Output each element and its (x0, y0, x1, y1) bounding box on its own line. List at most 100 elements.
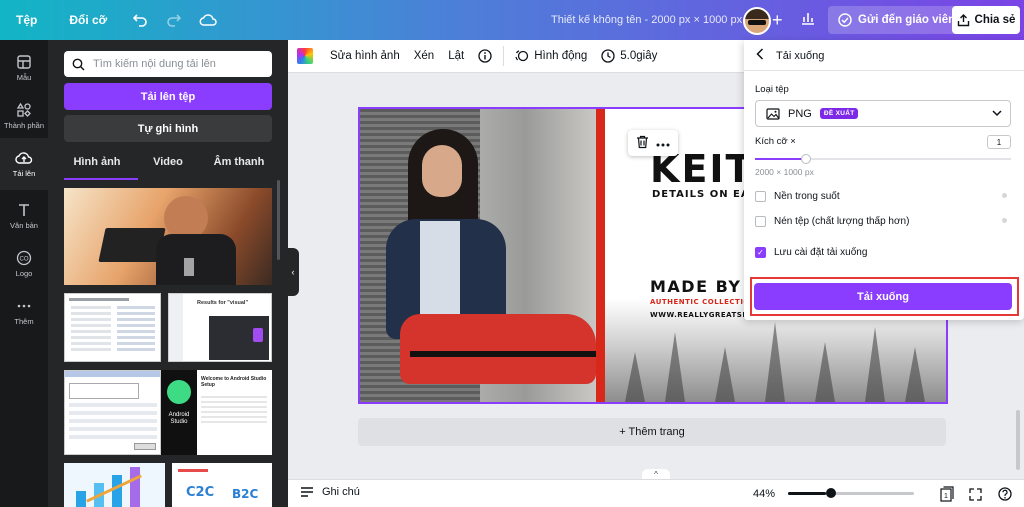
file-type-label: Loại tệp (755, 84, 789, 95)
size-slider[interactable] (755, 154, 1011, 164)
download-panel-header: Tải xuống (756, 48, 824, 63)
clock-icon (601, 49, 615, 63)
animate-icon (515, 50, 529, 62)
thumbnail-c2c-b2c[interactable]: C2C B2C (172, 463, 272, 507)
file-type-select[interactable]: PNG ĐỀ XUẤT (755, 100, 1011, 127)
thumbnail-screenshot-3[interactable] (64, 370, 161, 455)
thumbnail-android-studio[interactable]: Android Studio Welcome to Android Studio… (161, 370, 272, 455)
insights-chart-icon[interactable] (800, 10, 816, 29)
rail-item-label: Tải lên (12, 169, 36, 178)
duration-button[interactable]: 5.0giây (594, 49, 664, 63)
search-input[interactable] (93, 58, 263, 70)
save-settings-checkbox[interactable]: ✓ (755, 246, 766, 258)
bottom-bar: Ghi chú 44% 1 (288, 479, 1024, 507)
avatar[interactable] (743, 7, 771, 35)
floating-element-toolbar (628, 130, 678, 156)
share-icon (957, 13, 969, 26)
add-page-button[interactable]: + Thêm trang (358, 418, 946, 446)
size-input[interactable]: 1 (987, 135, 1011, 149)
color-swatch[interactable] (297, 48, 313, 64)
size-slider-handle[interactable] (801, 154, 811, 164)
upload-cloud-icon (15, 152, 33, 164)
rail-item-label: Văn bản (10, 221, 38, 230)
template-icon (17, 55, 31, 69)
rail-item-more[interactable]: Thêm (0, 286, 48, 338)
side-rail: Mẫu Thành phần Tải lên Văn bản CO Logo T… (0, 40, 48, 507)
crop-button[interactable]: Xén (407, 50, 441, 62)
chevron-up-icon[interactable]: ^ (642, 469, 670, 479)
cloud-save-icon[interactable] (195, 7, 221, 33)
more-icon (17, 304, 31, 308)
download-button[interactable]: Tải xuống (754, 283, 1012, 310)
animate-label: Hình động (534, 50, 588, 62)
page-count-icon[interactable]: 1 (938, 485, 956, 503)
dimensions-text: 2000 × 1000 px (755, 167, 814, 177)
rail-item-uploads[interactable]: Tải lên (0, 138, 48, 190)
tab-videos[interactable]: Video (135, 152, 201, 178)
rail-item-templates[interactable]: Mẫu (0, 42, 48, 94)
red-accent-bar[interactable] (596, 109, 605, 402)
rail-item-logo[interactable]: CO Logo (0, 238, 48, 290)
zoom-level[interactable]: 44% (753, 488, 775, 500)
thumbnail-laptop-man[interactable] (64, 188, 272, 285)
option-label: Lưu cài đặt tải xuống (774, 246, 868, 258)
svg-text:CO: CO (20, 257, 29, 263)
back-chevron-icon[interactable] (756, 48, 764, 63)
document-title[interactable]: Thiết kế không tên - 2000 px × 1000 px (551, 14, 742, 26)
help-icon[interactable] (996, 485, 1014, 503)
collapse-panel-handle[interactable]: ‹ (287, 248, 299, 296)
thumbnail-screenshot-2[interactable]: Results for "visual" (168, 293, 272, 362)
media-tabs: Hình ảnh Video Âm thanh (64, 152, 272, 180)
rail-item-label: Logo (15, 269, 33, 278)
download-panel-title: Tải xuống (776, 49, 825, 62)
save-settings-option[interactable]: ✓ Lưu cài đặt tải xuống (755, 244, 1011, 260)
edit-image-button[interactable]: Sửa hình ảnh (323, 50, 407, 62)
undo-icon[interactable] (127, 7, 153, 33)
compress-file-option[interactable]: Nén tệp (chất lượng thấp hơn) (755, 213, 1011, 229)
notes-icon (301, 487, 313, 497)
duration-label: 5.0giây (620, 50, 658, 62)
trash-icon[interactable] (636, 135, 649, 152)
redo-icon[interactable] (161, 7, 187, 33)
fashion-photo[interactable] (360, 109, 596, 402)
transparent-background-checkbox[interactable] (755, 190, 766, 202)
rail-item-text[interactable]: Văn bản (0, 190, 48, 242)
more-options-icon[interactable] (656, 136, 670, 150)
text-icon (19, 204, 29, 216)
transparent-background-option[interactable]: Nền trong suốt (755, 188, 1011, 204)
panel-scrollbar[interactable] (277, 180, 280, 260)
android-setup-title: Welcome to Android Studio Setup (201, 376, 267, 388)
rail-item-label: Thành phần (3, 121, 45, 130)
info-icon[interactable] (471, 49, 499, 63)
search-box[interactable] (64, 51, 272, 77)
animate-button[interactable]: Hình động (508, 49, 594, 63)
record-yourself-button[interactable]: Tự ghi hình (64, 115, 272, 142)
notes-button[interactable]: Ghi chú (300, 486, 360, 498)
flip-button[interactable]: Lật (441, 50, 471, 62)
page-count: 1 (944, 493, 948, 500)
tab-audio[interactable]: Âm thanh (206, 152, 272, 178)
thumbnail-growth-chart[interactable] (64, 463, 165, 507)
chevron-down-icon (992, 108, 1002, 120)
image-file-icon (766, 107, 780, 120)
zoom-slider-handle[interactable] (826, 488, 836, 498)
toolbar-divider (503, 46, 505, 66)
compress-file-checkbox[interactable] (755, 215, 766, 227)
fullscreen-icon[interactable] (966, 485, 984, 503)
rail-item-elements[interactable]: Thành phần (0, 90, 48, 142)
add-collaborator-icon[interactable]: + (772, 10, 783, 31)
thumbnail-screenshot-1[interactable] (64, 293, 161, 362)
upload-files-button[interactable]: Tải lên tệp (64, 83, 272, 110)
logo-icon: CO (16, 250, 32, 266)
thumbnail-results-title: Results for "visual" (197, 300, 249, 306)
tab-images[interactable]: Hình ảnh (64, 152, 138, 180)
file-menu[interactable]: Tệp (6, 13, 47, 27)
resize-menu[interactable]: Đổi cỡ (59, 13, 117, 27)
pro-crown-icon (1002, 193, 1007, 198)
share-button[interactable]: Chia sẻ (952, 6, 1020, 34)
zoom-slider[interactable] (788, 488, 914, 498)
canvas-toolbar: Sửa hình ảnh Xén Lật Hình động 5.0giây (288, 40, 744, 73)
send-to-teacher-button[interactable]: Gửi đến giáo viên (828, 6, 966, 34)
option-label: Nén tệp (chất lượng thấp hơn) (774, 215, 910, 227)
check-circle-icon (838, 13, 852, 27)
